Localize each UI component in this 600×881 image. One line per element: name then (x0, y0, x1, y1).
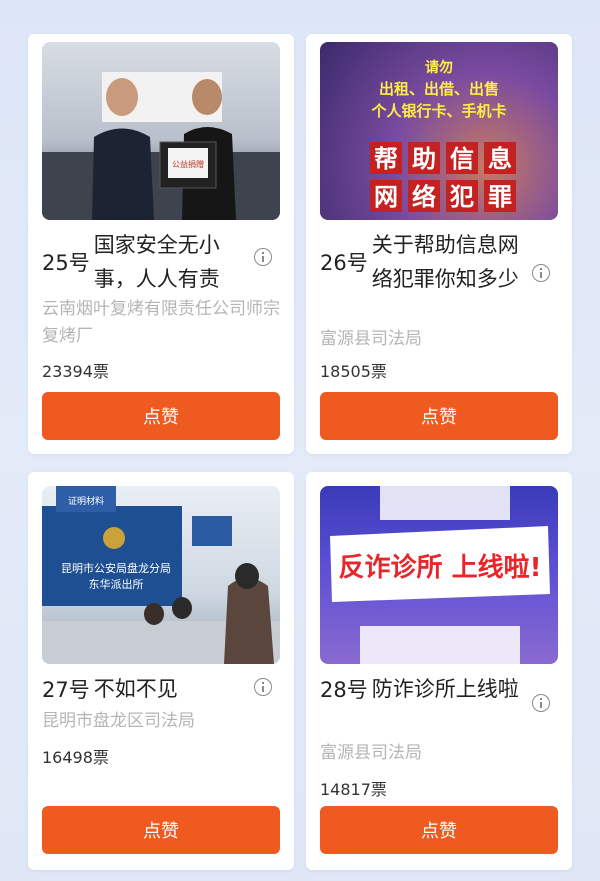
vote-count: 23394票 (42, 362, 109, 381)
image-text: 东华派出所 (89, 577, 144, 591)
image-char: 络 (412, 183, 436, 211)
vote-card-27: 证明材料 昆明市公安局盘龙分局 东华派出所 27号 不如不见 昆明市盘龙区司法局… (28, 472, 294, 870)
photo-two-men-award: 公益捐赠 (42, 72, 280, 220)
info-icon[interactable] (254, 248, 272, 266)
vote-count: 18505票 (320, 362, 387, 381)
info-icon[interactable] (532, 264, 550, 282)
info-icon[interactable] (254, 678, 272, 696)
card-number: 27号 (42, 678, 90, 702)
card-org: 富源县司法局 (320, 329, 422, 349)
card-title: 国家安全无小事，人人有责 (93, 233, 220, 291)
image-text: 昆明市公安局盘龙分局 (61, 561, 171, 575)
vote-card-26: 请勿 出租、出借、出售 个人银行卡、手机卡 帮 助 信 息 网 络 犯 罪 26… (306, 34, 572, 454)
image-text: 个人银行卡、手机卡 (370, 102, 506, 120)
card-title-row: 28号 防诈诊所上线啦 (320, 672, 520, 706)
photo-police-station: 证明材料 昆明市公安局盘龙分局 东华派出所 (42, 486, 280, 664)
card-org: 富源县司法局 (320, 743, 422, 763)
card-title: 防诈诊所上线啦 (371, 677, 519, 701)
image-char: 犯 (449, 183, 474, 211)
image-text: 出租、出借、出售 (379, 80, 499, 98)
poster-fraud-warning: 请勿 出租、出借、出售 个人银行卡、手机卡 帮 助 信 息 网 络 犯 罪 (370, 59, 516, 212)
card-number: 25号 (42, 251, 90, 275)
image-char: 助 (412, 145, 436, 173)
image-text: 请勿 (425, 59, 453, 76)
vote-card-25: 公益捐赠 25号 国家安全无小事，人人有责 云南烟叶复烤有限责任公司师宗复烤厂 … (28, 34, 294, 454)
image-caption: 公益捐赠 (172, 159, 204, 169)
card-number: 28号 (320, 678, 368, 702)
card-image[interactable]: 公益捐赠 (42, 42, 280, 220)
card-title-row: 27号 不如不见 (42, 672, 280, 706)
card-title: 不如不见 (93, 677, 178, 701)
card-org: 云南烟叶复烤有限责任公司师宗复烤厂 (42, 299, 280, 346)
image-char: 信 (450, 145, 474, 173)
card-image[interactable]: 证明材料 昆明市公安局盘龙分局 东华派出所 (42, 486, 280, 664)
like-button[interactable]: 点赞 (320, 392, 558, 440)
vote-count: 14817票 (320, 780, 387, 799)
card-image[interactable]: 反诈诊所 上线啦! (320, 486, 558, 664)
poster-anti-fraud-clinic: 反诈诊所 上线啦! (330, 486, 550, 664)
card-title: 关于帮助信息网络犯罪你知多少 (371, 233, 519, 291)
image-char: 网 (374, 183, 398, 211)
vote-count: 16498票 (42, 748, 109, 767)
image-char: 帮 (374, 145, 398, 173)
image-text: 证明材料 (68, 495, 104, 507)
like-button[interactable]: 点赞 (42, 392, 280, 440)
like-button[interactable]: 点赞 (320, 806, 558, 854)
card-image[interactable]: 请勿 出租、出借、出售 个人银行卡、手机卡 帮 助 信 息 网 络 犯 罪 (320, 42, 558, 220)
card-number: 26号 (320, 251, 368, 275)
like-button[interactable]: 点赞 (42, 806, 280, 854)
card-title-row: 26号 关于帮助信息网络犯罪你知多少 (320, 228, 520, 296)
image-char: 息 (488, 145, 512, 173)
image-banner: 反诈诊所 上线啦! (339, 552, 542, 583)
info-icon[interactable] (532, 694, 550, 712)
card-title-row: 25号 国家安全无小事，人人有责 (42, 228, 242, 296)
card-org: 昆明市盘龙区司法局 (42, 711, 195, 731)
vote-card-28: 反诈诊所 上线啦! 28号 防诈诊所上线啦 富源县司法局 14817票 点赞 (306, 472, 572, 870)
image-char: 罪 (488, 183, 512, 211)
